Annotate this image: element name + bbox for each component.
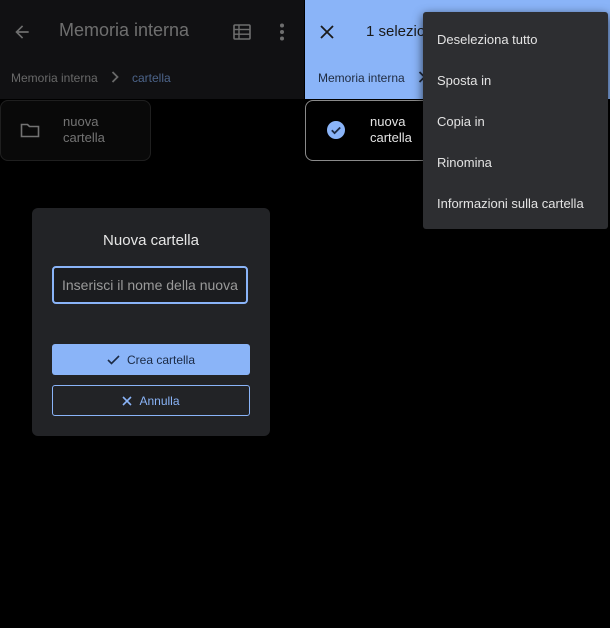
menu-item-folder-info[interactable]: Informazioni sulla cartella bbox=[437, 196, 584, 211]
breadcrumb-current[interactable]: cartella bbox=[132, 71, 171, 85]
close-icon bbox=[122, 395, 133, 406]
menu-item-move-to[interactable]: Sposta in bbox=[437, 73, 491, 88]
left-screen: Memoria interna Memoria interna cartella… bbox=[0, 0, 304, 628]
folder-name: nuova cartella bbox=[63, 114, 105, 145]
list-view-icon[interactable] bbox=[231, 21, 253, 43]
create-folder-label: Crea cartella bbox=[126, 352, 196, 367]
more-vert-icon[interactable] bbox=[272, 20, 292, 44]
create-folder-button[interactable]: Crea cartella bbox=[52, 344, 250, 375]
close-icon[interactable] bbox=[315, 20, 339, 44]
app-bar: Memoria interna bbox=[0, 0, 304, 64]
dialog-title: Nuova cartella bbox=[103, 232, 199, 249]
menu-item-rename[interactable]: Rinomina bbox=[437, 155, 492, 170]
folder-name-input[interactable] bbox=[52, 266, 248, 304]
breadcrumb-root[interactable]: Memoria interna bbox=[318, 71, 405, 85]
new-folder-dialog: Nuova cartella Crea cartella Annulla bbox=[32, 208, 270, 436]
check-circle-icon[interactable] bbox=[326, 120, 346, 140]
cancel-label: Annulla bbox=[139, 393, 180, 408]
back-arrow-icon[interactable] bbox=[8, 18, 36, 46]
page-title: Memoria interna bbox=[59, 20, 190, 40]
breadcrumb-root[interactable]: Memoria interna bbox=[11, 71, 98, 85]
check-icon bbox=[107, 354, 120, 365]
menu-item-copy-to[interactable]: Copia in bbox=[437, 114, 485, 129]
menu-item-deselect-all[interactable]: Deseleziona tutto bbox=[437, 32, 537, 47]
folder-icon bbox=[19, 120, 41, 140]
cancel-button[interactable]: Annulla bbox=[52, 385, 250, 416]
chevron-right-icon bbox=[108, 68, 122, 86]
overflow-menu: Deseleziona tutto Sposta in Copia in Rin… bbox=[423, 12, 608, 229]
